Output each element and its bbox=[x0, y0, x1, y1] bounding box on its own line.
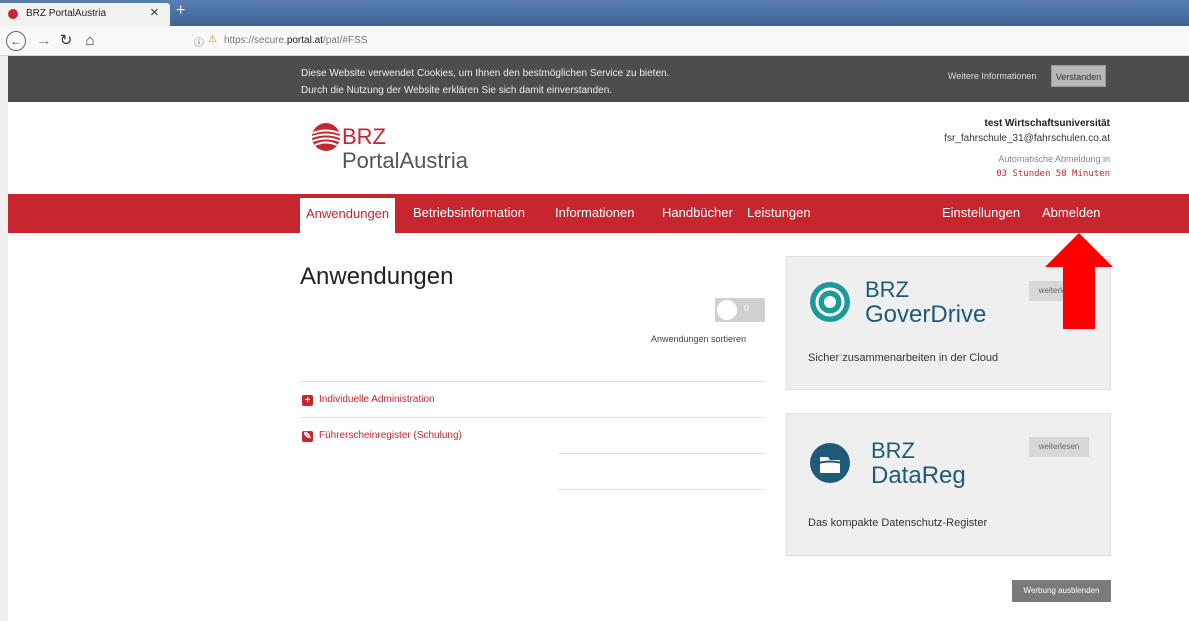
divider bbox=[300, 381, 765, 382]
divider bbox=[558, 489, 765, 490]
app-individuelle-administration[interactable]: + Individuelle Administration bbox=[302, 394, 435, 406]
auto-logout-label: Automatische Abmeldung in bbox=[998, 154, 1110, 164]
toggle-knob bbox=[717, 300, 737, 320]
arrow-up-icon bbox=[1045, 233, 1113, 267]
browser-tab[interactable]: BRZ PortalAustria × bbox=[0, 3, 170, 26]
datareg-logo-icon bbox=[810, 443, 850, 483]
lock-icon[interactable]: ⚠ bbox=[208, 34, 217, 45]
sort-label: Anwendungen sortieren bbox=[651, 334, 747, 344]
nav-anwendungen[interactable]: Anwendungen bbox=[300, 198, 396, 233]
goverdrive-logo-icon bbox=[810, 282, 850, 322]
cookie-accept-button[interactable]: Verstanden bbox=[1051, 65, 1106, 87]
hide-ads-button[interactable]: Werbung ausblenden bbox=[1012, 580, 1111, 602]
url-path: /pat/#FSS bbox=[322, 35, 368, 46]
logo-brz-text: BRZ bbox=[342, 124, 386, 149]
page-title: Anwendungen bbox=[300, 263, 454, 290]
url-prefix: https://secure. bbox=[224, 35, 287, 46]
sort-toggle[interactable]: 0 bbox=[715, 298, 765, 322]
user-email: fsr_fahrschule_31@fahrschulen.co.at bbox=[944, 133, 1110, 144]
toggle-state: 0 bbox=[744, 303, 750, 313]
ad-product-name: GoverDrive bbox=[865, 301, 987, 328]
nav-betriebsinformation[interactable]: Betriebsinformation bbox=[413, 205, 525, 220]
divider bbox=[558, 453, 765, 454]
ad-datareg: BRZ DataReg Das kompakte Datenschutz-Reg… bbox=[786, 413, 1111, 556]
nav-einstellungen[interactable]: Einstellungen bbox=[942, 205, 1020, 220]
logo-portal-text: PortalAustria bbox=[342, 148, 468, 173]
app-fuehrerscheinregister[interactable]: ✎ Führerscheinregister (Schulung) bbox=[302, 430, 462, 442]
left-edge bbox=[0, 56, 8, 621]
cookie-line-1: Diese Website verwendet Cookies, um Ihne… bbox=[301, 68, 670, 79]
tab-bar: BRZ PortalAustria × + bbox=[0, 0, 1189, 26]
browser-window: BRZ PortalAustria × + ← → ↻ ⌂ ⓘ ⚠ https:… bbox=[0, 0, 1189, 621]
brz-logo-icon[interactable] bbox=[311, 122, 341, 152]
forward-icon[interactable]: → bbox=[34, 31, 54, 51]
ad-brz-text: BRZ bbox=[865, 277, 909, 302]
back-icon[interactable]: ← bbox=[6, 31, 26, 51]
url-domain: portal.at bbox=[286, 35, 323, 46]
plus-icon: + bbox=[302, 395, 313, 406]
cookie-line-2: Durch die Nutzung der Website erklären S… bbox=[301, 85, 613, 96]
app-label: Führerscheinregister (Schulung) bbox=[319, 430, 462, 441]
tab-close-icon[interactable]: × bbox=[150, 5, 159, 21]
nav-informationen[interactable]: Informationen bbox=[555, 205, 635, 220]
user-name: test Wirtschaftsuniversität bbox=[984, 118, 1111, 129]
new-tab-icon[interactable]: + bbox=[176, 2, 185, 20]
cookie-text: Diese Website verwendet Cookies, um Ihne… bbox=[301, 65, 669, 99]
tab-title: BRZ PortalAustria bbox=[26, 8, 107, 19]
url-text[interactable]: https://secure.portal.at/pat/#FSS bbox=[224, 35, 367, 46]
nav-handbuecher[interactable]: Handbücher bbox=[662, 205, 733, 220]
divider bbox=[300, 417, 765, 418]
ad-product-name: DataReg bbox=[871, 462, 966, 489]
arrow-shaft bbox=[1063, 266, 1095, 329]
ad-description: Das kompakte Datenschutz-Register bbox=[808, 517, 988, 529]
app-label: Individuelle Administration bbox=[319, 394, 435, 405]
cookie-banner: Diese Website verwendet Cookies, um Ihne… bbox=[8, 56, 1189, 102]
edit-icon: ✎ bbox=[302, 431, 313, 442]
favicon-icon bbox=[8, 9, 18, 19]
nav-leistungen[interactable]: Leistungen bbox=[747, 205, 811, 220]
main-nav: Anwendungen Betriebsinformation Informat… bbox=[8, 194, 1189, 233]
ad-read-more-button[interactable]: weiterlesen bbox=[1029, 437, 1089, 457]
info-icon[interactable]: ⓘ bbox=[194, 34, 204, 49]
reload-icon[interactable]: ↻ bbox=[56, 31, 76, 51]
ad-description: Sicher zusammenarbeiten in der Cloud bbox=[808, 352, 999, 364]
cookie-more-info-link[interactable]: Weitere Informationen bbox=[948, 71, 1036, 81]
browser-toolbar: ← → ↻ ⌂ ⓘ ⚠ https://secure.portal.at/pat… bbox=[0, 26, 1189, 56]
home-icon[interactable]: ⌂ bbox=[80, 31, 100, 51]
auto-logout-timer: 03 Stunden 58 Minuten bbox=[996, 169, 1110, 179]
ad-brz-text: BRZ bbox=[871, 438, 915, 463]
url-bar[interactable]: ⓘ ⚠ https://secure.portal.at/pat/#FSS bbox=[186, 31, 466, 51]
nav-abmelden[interactable]: Abmelden bbox=[1042, 205, 1101, 220]
